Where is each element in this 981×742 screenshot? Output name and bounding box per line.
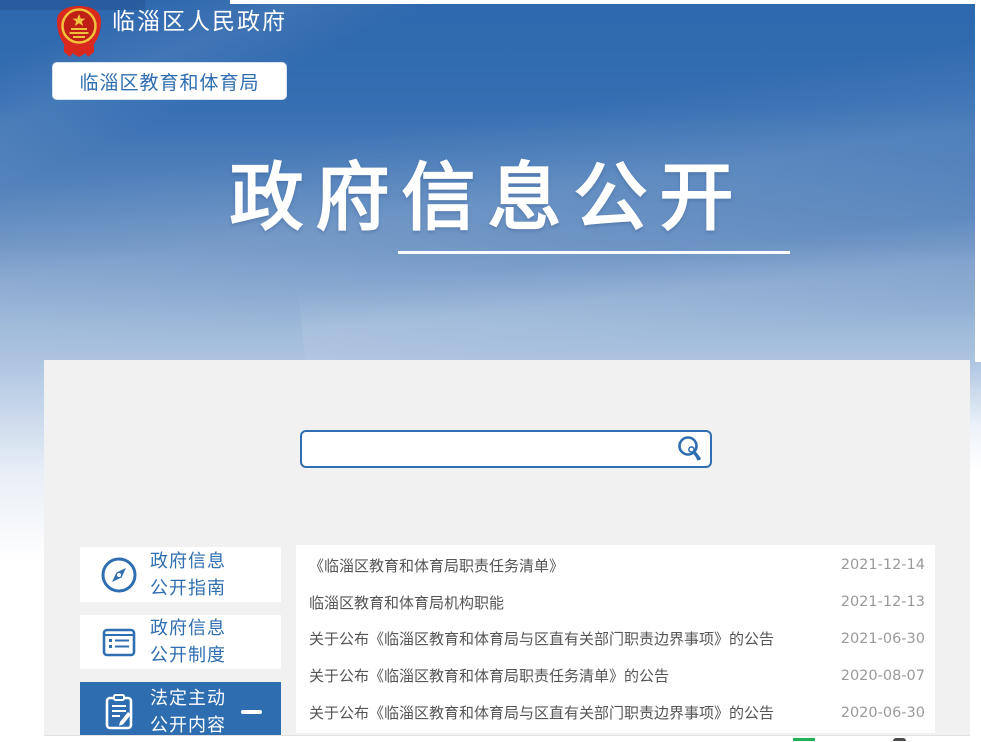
article-date: 2021-06-30: [841, 631, 935, 647]
article-title[interactable]: 关于公布《临淄区教育和体育局职责任务清单》的公告: [296, 665, 841, 686]
list-item[interactable]: 关于公布《临淄区教育和体育局职责任务清单》的公告 2020-08-07: [296, 658, 935, 694]
sidebar-item-label: 政府信息 公开制度: [150, 615, 226, 669]
site-name[interactable]: 临淄区人民政府: [112, 6, 287, 38]
search-button[interactable]: [670, 432, 710, 466]
document-icon: [98, 621, 140, 663]
list-item[interactable]: 关于公布《临淄区教育和体育局与区直有关部门职责边界事项》的公告 2021-06-…: [296, 621, 935, 657]
article-title[interactable]: 《临淄区教育和体育局职责任务清单》: [296, 555, 841, 576]
right-margin-gradient: [970, 362, 981, 472]
sidebar-item-label: 法定主动 公开内容: [150, 685, 226, 739]
title-underline: [398, 251, 790, 254]
clipboard-pencil-icon: [98, 691, 140, 733]
list-item[interactable]: 《临淄区教育和体育局职责任务清单》 2021-12-14: [296, 547, 935, 583]
search-icon: [675, 434, 705, 464]
left-margin-gradient: [0, 362, 44, 562]
sidebar-item-public-info-guide[interactable]: 政府信息 公开指南: [80, 547, 281, 602]
article-title[interactable]: 关于公布《临淄区教育和体育局与区直有关部门职责边界事项》的公告: [296, 702, 841, 723]
article-date: 2020-08-07: [841, 668, 935, 684]
article-list: 《临淄区教育和体育局职责任务清单》 2021-12-14 临淄区教育和体育局机构…: [296, 545, 935, 733]
article-title[interactable]: 关于公布《临淄区教育和体育局与区直有关部门职责边界事项》的公告: [296, 628, 841, 649]
sidebar-item-label: 政府信息 公开指南: [150, 548, 226, 602]
article-date: 2021-12-13: [841, 594, 935, 610]
article-title[interactable]: 临淄区教育和体育局机构职能: [296, 592, 841, 613]
page-title: 政府信息公开: [0, 148, 975, 248]
department-button[interactable]: 临淄区教育和体育局: [52, 62, 287, 100]
search-input[interactable]: [302, 432, 670, 466]
sidebar-item-statutory-disclosure[interactable]: 法定主动 公开内容: [80, 682, 281, 741]
national-emblem-icon: [56, 5, 102, 58]
compass-icon: [98, 554, 140, 596]
sidebar-item-public-info-system[interactable]: 政府信息 公开制度: [80, 615, 281, 669]
list-item[interactable]: 临淄区教育和体育局机构职能 2021-12-13: [296, 584, 935, 620]
right-edge-strip: [975, 0, 981, 362]
article-date: 2021-12-14: [841, 557, 935, 573]
list-item[interactable]: 关于公布《临淄区教育和体育局与区直有关部门职责边界事项》的公告 2020-06-…: [296, 695, 935, 731]
minus-icon[interactable]: [241, 710, 262, 714]
search-bar: [300, 430, 712, 468]
article-date: 2020-06-30: [841, 705, 935, 721]
top-edge-strip: [230, 0, 981, 4]
